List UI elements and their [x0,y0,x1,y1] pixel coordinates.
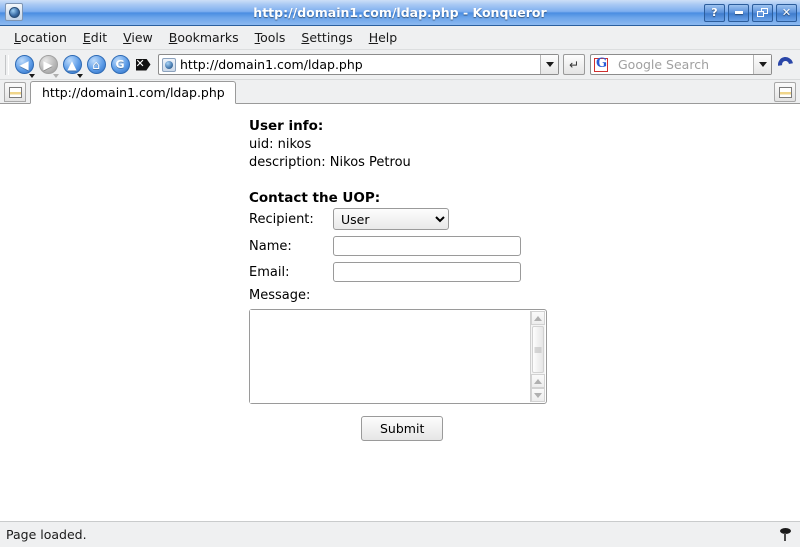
tab-list-icon[interactable] [774,82,796,102]
reload-button[interactable]: G [108,53,132,77]
menu-bar: Location Edit View Bookmarks Tools Setti… [0,26,800,50]
scroll-up-icon[interactable] [531,311,545,325]
url-favicon-icon [162,57,176,72]
menu-view[interactable]: View [115,27,161,48]
recipient-label: Recipient: [249,211,314,227]
form-row-recipient: Recipient: User [249,208,547,236]
tab-bar: http://domain1.com/ldap.php [0,80,800,104]
form-row-name: Name: [249,236,547,262]
message-text[interactable] [250,310,529,403]
contact-form: Recipient: User Name: Email: Message: Su… [249,208,547,447]
uid-line: uid: nikos [249,137,312,152]
google-g-icon [594,57,608,72]
search-engine-dropdown[interactable] [753,55,771,74]
chevron-down-icon [758,62,767,67]
restore-button[interactable] [752,3,773,22]
status-bar: Page loaded. [0,521,800,547]
email-input[interactable] [333,262,521,282]
form-row-submit: Submit [249,410,547,447]
url-bar[interactable]: http://domain1.com/ldap.php [158,54,559,75]
close-button[interactable]: ✕ [776,3,797,22]
status-text: Page loaded. [6,527,87,542]
recipient-select[interactable]: User [333,208,449,230]
chevron-down-icon [545,62,554,67]
back-button[interactable]: ◀ [12,53,36,78]
pin-icon[interactable] [776,526,794,544]
menu-location[interactable]: Location [6,27,75,48]
go-button[interactable]: ↵ [563,54,585,75]
search-bar[interactable]: Google Search [590,54,772,75]
menu-help[interactable]: Help [361,27,406,48]
stop-icon[interactable] [132,53,154,77]
scroll-down-icon[interactable] [531,388,545,402]
scrollbar-thumb[interactable] [532,326,544,373]
new-tab-icon[interactable] [4,82,26,102]
window-controls: ? ✕ [704,3,797,22]
menu-tools[interactable]: Tools [247,27,294,48]
toolbar-handle[interactable] [5,54,9,75]
konqueror-spinner-icon[interactable] [774,53,796,77]
name-label: Name: [249,238,292,254]
title-bar: http://domain1.com/ldap.php - Konqueror … [0,0,800,26]
page-content: User info: uid: nikos description: Nikos… [0,104,800,447]
tab-ldap-php[interactable]: http://domain1.com/ldap.php [30,81,236,104]
url-history-dropdown[interactable] [540,55,558,74]
message-label: Message: [249,288,311,303]
up-button[interactable]: ▲ [60,53,84,78]
navigation-toolbar: ◀ ▶ ▲ ⌂ G http://domain1.com/ldap.php ↵ [0,50,800,80]
minimize-button[interactable] [728,3,749,22]
submit-button[interactable]: Submit [361,416,444,441]
konqueror-window: http://domain1.com/ldap.php - Konqueror … [0,0,800,547]
forward-button: ▶ [36,53,60,78]
contact-heading: Contact the UOP: [249,190,381,206]
home-button[interactable]: ⌂ [84,53,108,77]
user-info-heading: User info: [249,118,324,134]
page-viewport: User info: uid: nikos description: Nikos… [0,104,800,521]
menu-edit[interactable]: Edit [75,27,115,48]
message-scrollbar[interactable] [530,311,545,402]
menu-settings[interactable]: Settings [293,27,360,48]
help-button[interactable]: ? [704,3,725,22]
scroll-up-icon-bottom[interactable] [531,374,545,388]
url-input[interactable]: http://domain1.com/ldap.php [180,57,540,72]
email-label: Email: [249,264,290,280]
tab-label: http://domain1.com/ldap.php [42,85,225,100]
form-row-email: Email: [249,262,547,288]
window-title: http://domain1.com/ldap.php - Konqueror [253,5,547,20]
konqueror-icon [5,2,25,23]
description-line: description: Nikos Petrou [249,155,411,170]
menu-bookmarks[interactable]: Bookmarks [161,27,247,48]
name-input[interactable] [333,236,521,256]
message-textarea[interactable] [249,309,547,404]
search-input[interactable]: Google Search [612,57,753,72]
form-row-message: Message: [249,288,547,410]
